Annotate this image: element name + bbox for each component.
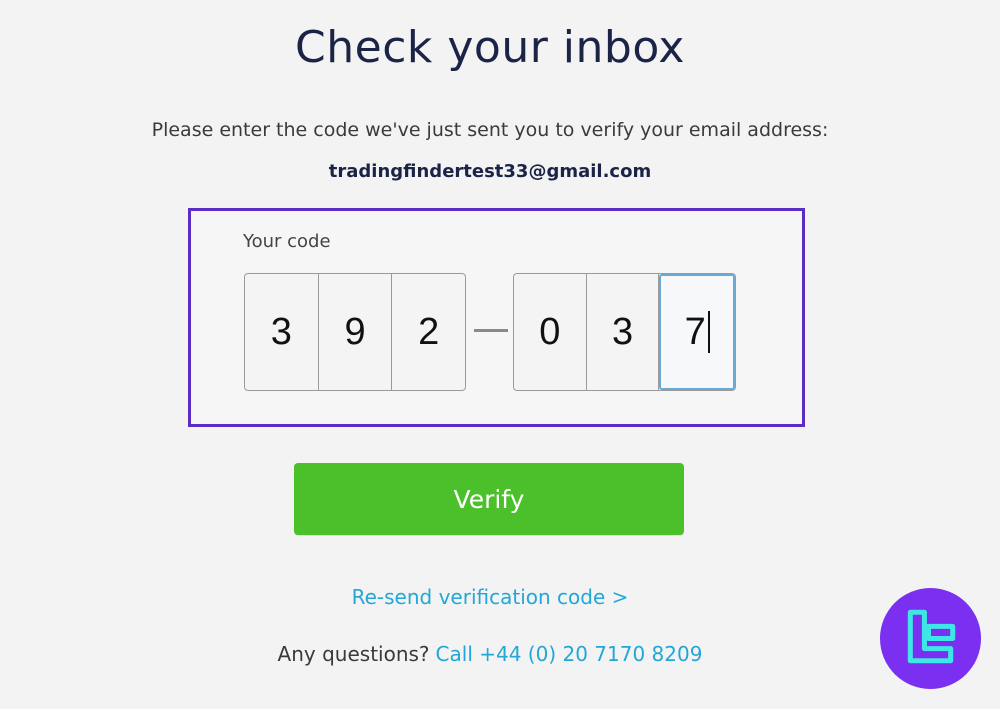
- code-digit-6[interactable]: 7: [659, 274, 735, 390]
- brand-logo-icon: [880, 588, 981, 689]
- code-group-second: 0 3 7: [513, 273, 736, 391]
- questions-prompt: Any questions?: [277, 642, 430, 666]
- code-digit-5[interactable]: 3: [587, 274, 660, 390]
- phone-link[interactable]: Call +44 (0) 20 7170 8209: [436, 642, 703, 666]
- code-digit-4[interactable]: 0: [514, 274, 587, 390]
- verify-button[interactable]: Verify: [294, 463, 684, 535]
- contact-line: Any questions? Call +44 (0) 20 7170 8209: [0, 642, 980, 666]
- text-caret: [707, 311, 710, 353]
- code-digit-3[interactable]: 2: [392, 274, 465, 390]
- code-digit-6-value: 7: [684, 310, 706, 353]
- code-group-first: 3 9 2: [244, 273, 466, 391]
- code-digit-1[interactable]: 3: [245, 274, 319, 390]
- instructions-text: Please enter the code we've just sent yo…: [151, 119, 829, 141]
- page-title: Check your inbox: [295, 22, 685, 73]
- code-digit-2[interactable]: 9: [319, 274, 393, 390]
- code-label: Your code: [243, 231, 331, 252]
- code-separator: [474, 329, 508, 332]
- email-address: tradingfindertest33@gmail.com: [328, 161, 652, 182]
- code-entry-panel: Your code 3 9 2 0 3 7: [188, 208, 805, 427]
- resend-code-link[interactable]: Re-send verification code >: [0, 585, 980, 609]
